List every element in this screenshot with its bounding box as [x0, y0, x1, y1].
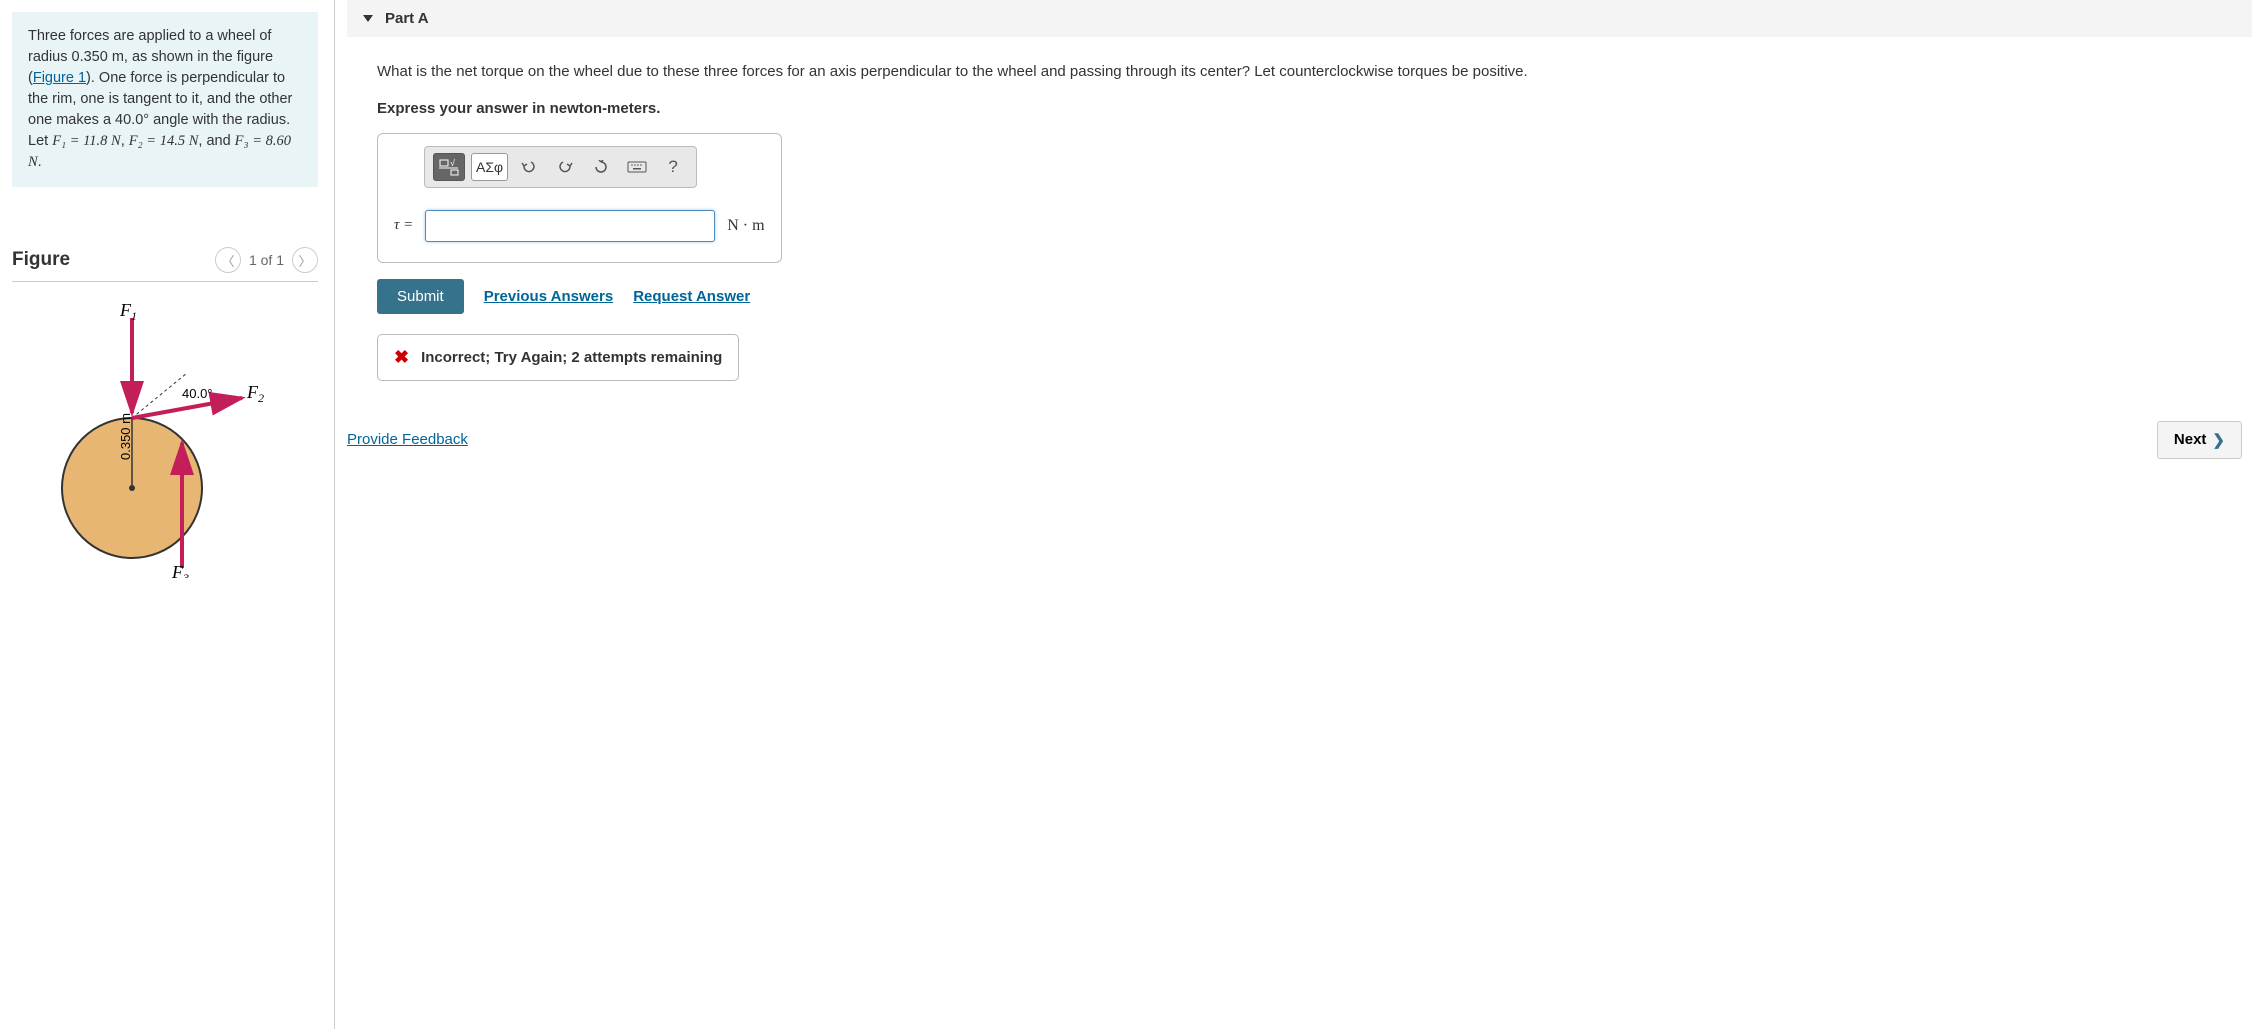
figure-title: Figure: [12, 249, 70, 271]
f1-expr: F₁ = 11.8 N: [52, 133, 121, 149]
equation-toolbar: √ ΑΣφ: [424, 146, 697, 188]
express-text: Express your answer in newton-meters.: [377, 100, 2222, 117]
answer-label: τ =: [394, 217, 413, 234]
svg-text:F3: F3: [171, 562, 189, 578]
provide-feedback-link[interactable]: Provide Feedback: [347, 431, 468, 448]
reset-icon: [593, 160, 609, 174]
help-button[interactable]: ?: [658, 153, 688, 181]
figure-prev-button[interactable]: 〈: [215, 247, 241, 273]
svg-text:40.0°: 40.0°: [182, 386, 213, 401]
redo-icon: [557, 160, 573, 174]
incorrect-icon: ✖: [394, 347, 409, 368]
figure-image: F1 F2 40.0° F3 0.350 m: [12, 298, 272, 578]
keyboard-icon: [627, 161, 647, 173]
undo-button[interactable]: [514, 153, 544, 181]
svg-text:F2: F2: [246, 382, 264, 405]
fraction-root-icon: √: [438, 158, 460, 176]
next-button[interactable]: Next ❯: [2157, 421, 2242, 459]
feedback-message: ✖ Incorrect; Try Again; 2 attempts remai…: [377, 334, 739, 381]
answer-box: √ ΑΣφ: [377, 133, 782, 263]
reset-button[interactable]: [586, 153, 616, 181]
problem-statement: Three forces are applied to a wheel of r…: [12, 12, 318, 187]
f2-expr: F₂ = 14.5 N: [129, 133, 199, 149]
submit-button[interactable]: Submit: [377, 279, 464, 314]
answer-input[interactable]: [425, 210, 715, 242]
panel-divider: [334, 0, 335, 1029]
template-button[interactable]: √: [433, 153, 465, 181]
keyboard-button[interactable]: [622, 153, 652, 181]
figure-link[interactable]: Figure 1: [33, 70, 86, 86]
svg-text:F1: F1: [119, 300, 137, 323]
undo-icon: [521, 160, 537, 174]
previous-answers-link[interactable]: Previous Answers: [484, 288, 614, 305]
greek-button[interactable]: ΑΣφ: [471, 153, 508, 181]
answer-unit: N · m: [727, 217, 764, 235]
caret-down-icon: [363, 15, 373, 22]
question-text: What is the net torque on the wheel due …: [377, 61, 2222, 84]
request-answer-link[interactable]: Request Answer: [633, 288, 750, 305]
redo-button[interactable]: [550, 153, 580, 181]
next-label: Next: [2174, 431, 2207, 448]
figure-next-button[interactable]: 〉: [292, 247, 318, 273]
figure-pager-text: 1 of 1: [249, 252, 284, 268]
svg-text:0.350 m: 0.350 m: [118, 413, 133, 460]
feedback-text: Incorrect; Try Again; 2 attempts remaini…: [421, 349, 722, 366]
part-title: Part A: [385, 10, 429, 27]
part-header[interactable]: Part A: [347, 0, 2252, 37]
chevron-right-icon: ❯: [2212, 431, 2225, 449]
svg-text:√: √: [450, 158, 455, 168]
